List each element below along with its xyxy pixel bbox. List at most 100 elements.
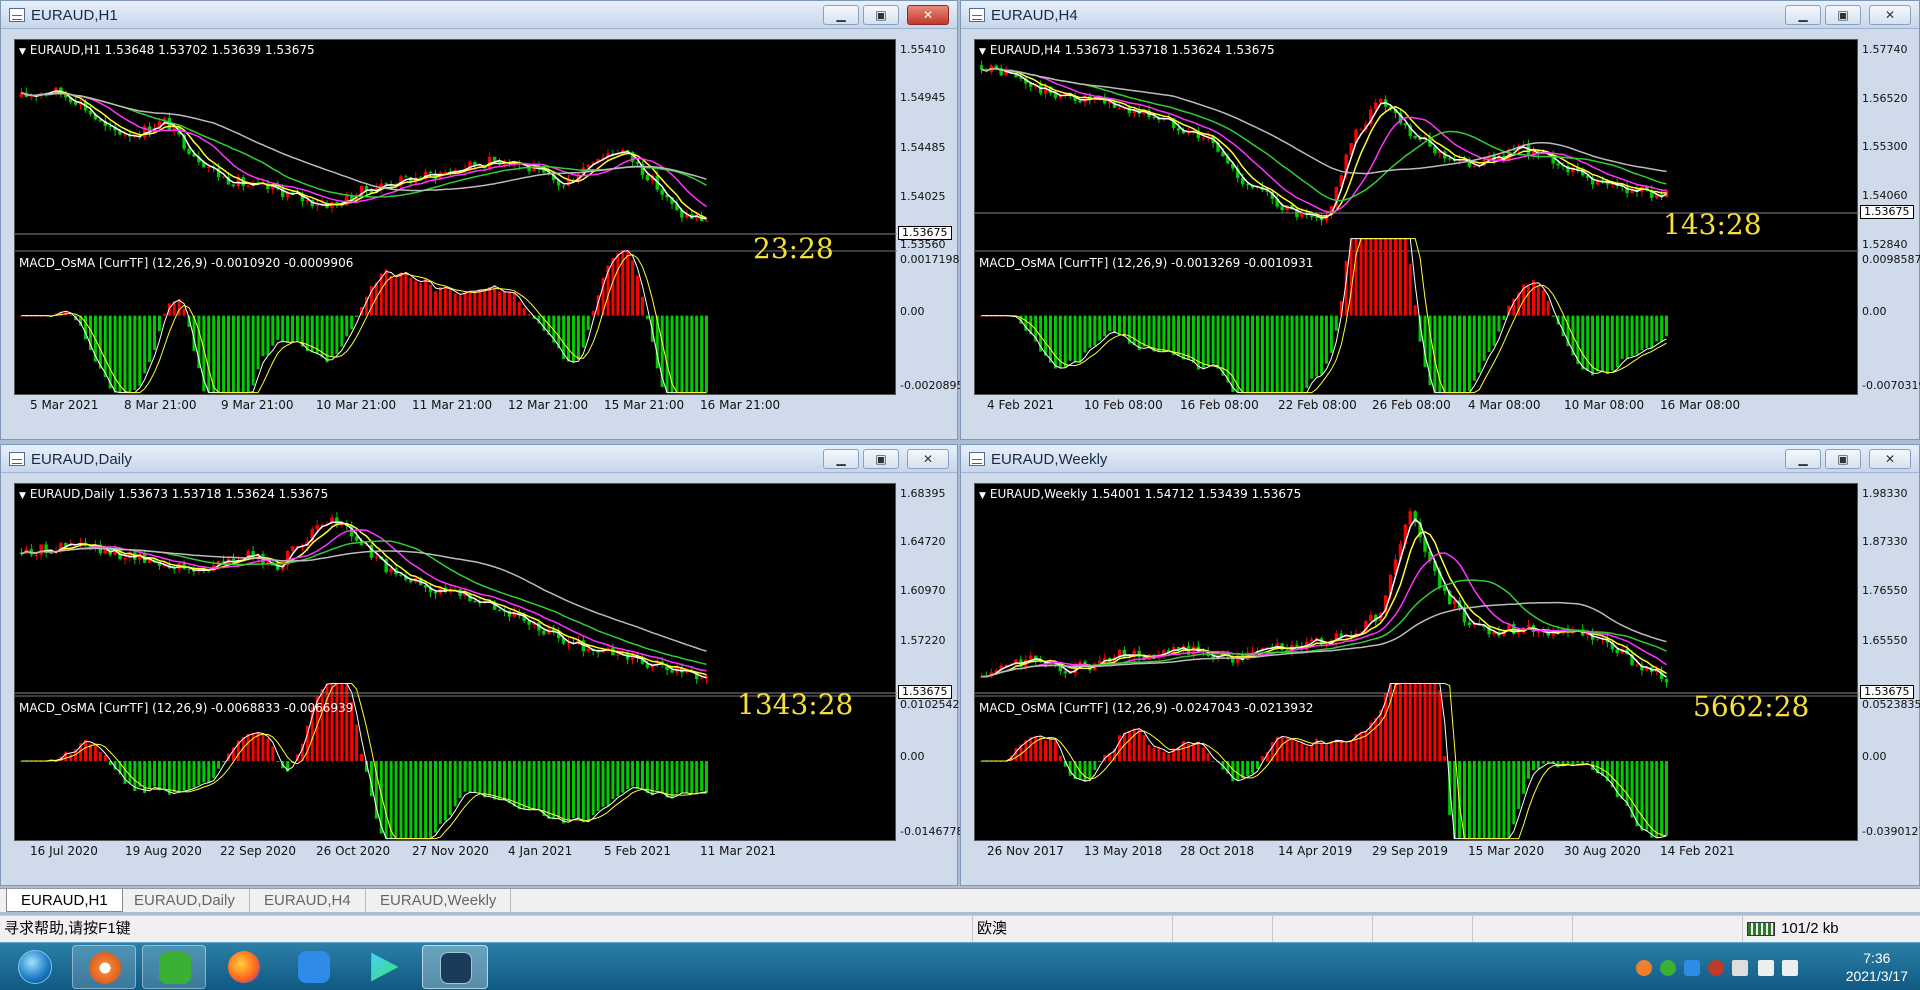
taskbar-app-feather[interactable] [282,945,346,989]
minimize-button[interactable]: ▁ [1785,5,1821,25]
macd-bar [1369,238,1373,316]
window-title: EURAUD,Daily [31,451,132,468]
macd-bar [256,315,260,370]
start-button[interactable] [6,945,62,989]
tray-wechat-icon[interactable] [1660,960,1676,976]
signal-icon[interactable] [1782,960,1798,976]
ma-magenta-line [981,552,1667,678]
candle [443,169,448,174]
maximize-button[interactable]: ▣ [863,449,899,469]
close-button[interactable]: ✕ [1869,5,1911,25]
date-axis-tick: 14 Apr 2019 [1278,844,1353,858]
tab-euraud-h4[interactable]: EURAUD,H4 [250,889,366,912]
taskbar-app-trading-terminal[interactable] [422,945,488,989]
macd-bar [443,761,447,821]
taskbar-clock[interactable]: 7:36 2021/3/17 [1846,949,1908,985]
chart-window-h1[interactable]: EURAUD,H1 ▁ ▣ ✕ ▼ EURAUD,H1 1.53648 1.537… [0,0,963,440]
candle [1551,627,1555,640]
collapse-triangle-icon[interactable]: ▼ [19,47,26,57]
window-titlebar[interactable]: EURAUD,Daily ▁ ▣ ✕ [1,445,957,473]
macd-bar [1512,761,1516,825]
taskbar-app-wechat[interactable] [142,945,206,989]
macd-bar [1379,238,1383,316]
taskbar-app-player[interactable] [352,945,416,989]
price-chart-area[interactable]: ▼ EURAUD,H4 1.53673 1.53718 1.53624 1.536… [974,39,1859,395]
macd-bar [1231,315,1235,393]
price-chart-area[interactable]: ▼ EURAUD,Daily 1.53673 1.53718 1.53624 1.… [14,483,897,841]
chart-window-h4[interactable]: EURAUD,H4 ▁ ▣ ✕ ▼ EURAUD,H4 1.53673 1.537… [960,0,1920,440]
tray-network-icon[interactable] [1708,960,1724,976]
macd-bar [1058,755,1062,762]
macd-bar [1458,315,1462,393]
date-axis-tick: 10 Feb 08:00 [1084,398,1163,412]
macd-bar [488,286,492,316]
window-titlebar[interactable]: EURAUD,H4 ▁ ▣ ✕ [961,1,1919,29]
maximize-button[interactable]: ▣ [863,5,899,25]
tab-euraud-weekly[interactable]: EURAUD,Weekly [366,889,512,912]
tray-shield-icon[interactable] [1684,960,1700,976]
candle [1171,643,1176,654]
macd-bar [1305,746,1309,762]
macd-bar [1522,761,1526,794]
candle [606,148,610,161]
macd-bar [207,761,211,783]
macd-bar [562,761,566,824]
clock-date: 2021/3/17 [1845,968,1908,984]
candle [1098,655,1102,664]
tray-browser-icon[interactable] [1636,960,1652,976]
chart-window-daily[interactable]: EURAUD,Daily ▁ ▣ ✕ ▼ EURAUD,Daily 1.53673… [0,444,963,886]
chart-window-weekly[interactable]: EURAUD,Weekly ▁ ▣ ✕ ▼ EURAUD,Weekly 1.540… [960,444,1920,886]
macd-bar [1615,315,1619,368]
collapse-triangle-icon[interactable]: ▼ [979,491,986,501]
macd-bar [1206,753,1210,762]
minimize-button[interactable]: ▁ [823,5,859,25]
macd-bar [355,315,359,318]
close-button[interactable]: ✕ [1869,449,1911,469]
play-icon [371,952,399,982]
macd-bar [1502,315,1506,320]
taskbar-app-firefox[interactable] [212,945,276,989]
date-axis-tick: 14 Feb 2021 [1660,844,1735,858]
close-button[interactable]: ✕ [907,5,949,25]
macd-bar [1448,315,1452,393]
window-title: EURAUD,H4 [991,7,1078,24]
price-chart-area[interactable]: ▼ EURAUD,H1 1.53648 1.53702 1.53639 1.536… [14,39,897,395]
trading-terminal-icon [440,952,472,984]
window-titlebar[interactable]: EURAUD,Weekly ▁ ▣ ✕ [961,445,1919,473]
tab-euraud-h1[interactable]: EURAUD,H1 [6,889,123,912]
collapse-triangle-icon[interactable]: ▼ [19,491,26,501]
macd-bar [527,314,531,316]
close-button[interactable]: ✕ [907,449,949,469]
ohlc-header: ▼ EURAUD,Daily 1.53673 1.53718 1.53624 1.… [19,487,328,501]
taskbar-app-browser[interactable] [72,945,136,989]
volume-muted-icon[interactable] [1758,960,1774,976]
macd-bar [419,282,423,316]
macd-bar [665,315,669,393]
date-axis-tick: 11 Mar 21:00 [412,398,493,412]
candle [1122,646,1127,659]
minimize-button[interactable]: ▁ [1785,449,1821,469]
macd-bar [502,291,506,316]
macd-bar [261,734,265,762]
collapse-triangle-icon[interactable]: ▼ [979,47,986,57]
profile-name: 欧澳 [972,916,1172,943]
minimize-button[interactable]: ▁ [823,449,859,469]
macd-bar [1408,264,1412,316]
price-chart-area[interactable]: ▼ EURAUD,Weekly 1.54001 1.54712 1.53439 1… [974,483,1859,841]
macd-bar [1334,315,1338,331]
macd-bar [222,761,226,763]
macd-axis-tick: 0.0102542 [900,698,960,711]
candlestick-svg [15,511,897,840]
maximize-button[interactable]: ▣ [1825,5,1861,25]
tray-flag-icon[interactable] [1732,960,1748,976]
window-titlebar[interactable]: EURAUD,H1 ▁ ▣ ✕ [1,1,957,29]
tab-euraud-daily[interactable]: EURAUD,Daily [120,889,250,912]
candle [1462,603,1467,626]
candle [19,548,24,557]
macd-bar [557,761,561,819]
maximize-button[interactable]: ▣ [1825,449,1861,469]
wechat-icon [159,952,191,984]
macd-bar [1541,761,1545,764]
macd-bar [1379,709,1383,762]
macd-bar [631,761,635,787]
